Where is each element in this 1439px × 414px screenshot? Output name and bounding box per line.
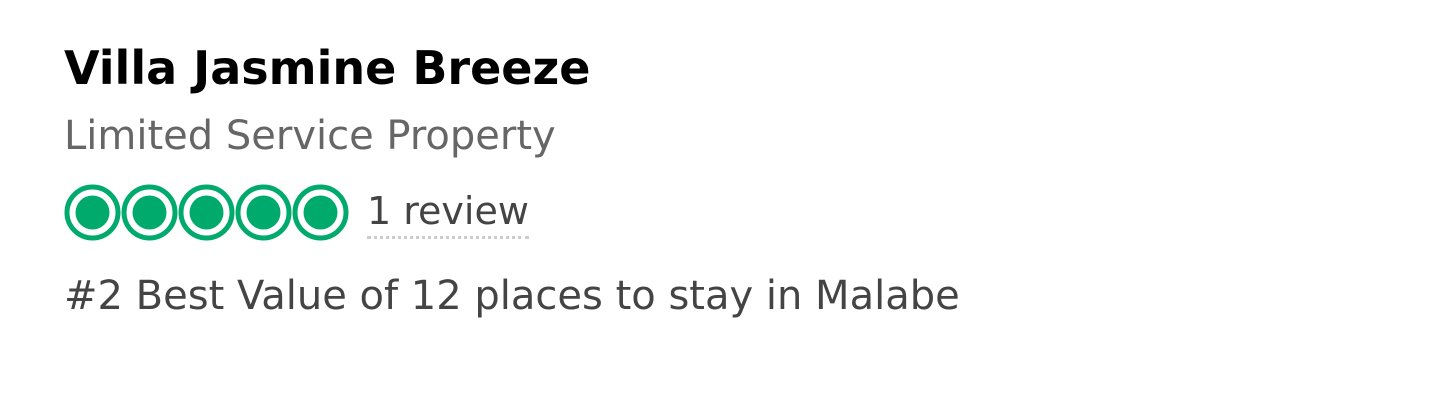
ranking-text: #2 Best Value of 12 places to stay in Ma…	[64, 273, 960, 319]
property-category: Limited Service Property	[64, 113, 556, 159]
property-title: Villa Jasmine Breeze	[64, 41, 591, 95]
bubble-rating	[64, 184, 349, 241]
rating-bubble-icon	[64, 184, 121, 240]
rating-bubble-icon	[178, 184, 235, 240]
listing-header: Villa Jasmine Breeze Limited Service Pro…	[64, 38, 960, 324]
reviews-link[interactable]: 1 review	[367, 186, 529, 239]
rating-row: 1 review	[64, 182, 960, 242]
rating-bubble-icon	[292, 184, 349, 240]
rating-bubble-icon	[121, 184, 178, 240]
rating-bubble-icon	[235, 184, 292, 240]
